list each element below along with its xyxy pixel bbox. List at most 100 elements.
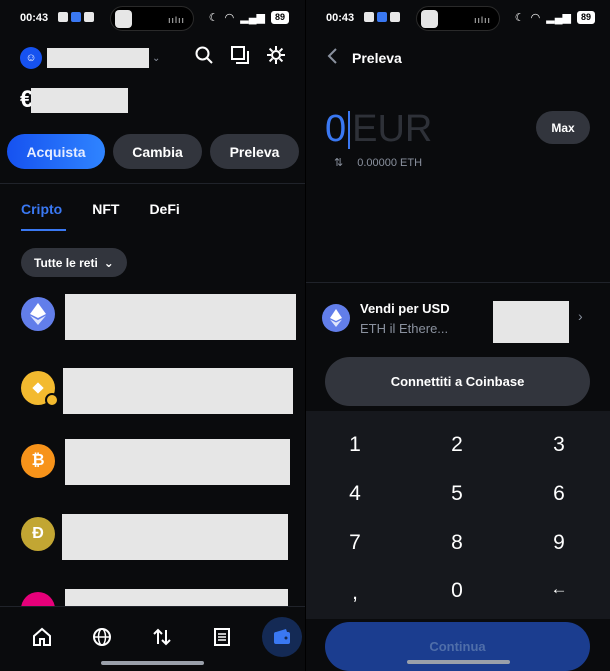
nav-wallet[interactable] — [252, 617, 305, 657]
battery-indicator: 89 — [270, 11, 289, 24]
notification-icon — [364, 12, 374, 22]
sell-option-row[interactable]: Vendi per USD ETH il Ethere... › — [322, 298, 607, 346]
swap-arrows-icon[interactable]: ⇅ — [334, 156, 343, 169]
withdraw-button[interactable]: Preleva — [210, 134, 299, 169]
home-indicator[interactable] — [407, 660, 510, 664]
coin-info-redacted — [62, 514, 288, 560]
nav-transfer[interactable] — [132, 621, 192, 653]
key-3[interactable]: 3 — [529, 433, 589, 457]
wifi-icon: ◠ — [530, 12, 541, 24]
coin-info-redacted — [65, 294, 296, 340]
nav-home[interactable] — [12, 621, 72, 653]
header-actions — [195, 46, 285, 64]
system-icons: ☾ ◠ ▂▄▆ 89 — [515, 11, 595, 24]
key-2[interactable]: 2 — [427, 433, 487, 457]
nav-activity[interactable] — [192, 621, 252, 653]
key-decimal[interactable]: , — [325, 581, 385, 605]
notification-icon — [84, 12, 94, 22]
wifi-icon: ◠ — [224, 12, 235, 24]
gear-icon[interactable] — [267, 46, 285, 64]
key-0[interactable]: 0 — [427, 579, 487, 603]
status-bar: 00:43 ıılıı ☾ ◠ ▂▄▆ 89 — [0, 0, 305, 36]
status-bar: 00:43 ıılıı ☾ ◠ ▂▄▆ 89 — [306, 0, 610, 36]
conversion-row[interactable]: ⇅ 0.00000 ETH — [334, 156, 423, 170]
network-filter-label: Tutte le reti — [34, 255, 98, 270]
connect-coinbase-button[interactable]: Connettiti a Coinbase — [325, 357, 590, 406]
tab-defi[interactable]: DeFi — [149, 201, 179, 217]
audio-wave-icon: ıılıı — [473, 15, 491, 25]
divider — [0, 183, 305, 184]
amount-input[interactable]: 0 EUR — [325, 108, 432, 151]
balance-redacted — [31, 87, 129, 113]
tab-crypto[interactable]: Cripto — [21, 201, 62, 217]
network-filter-button[interactable]: Tutte le reti ⌄ — [21, 248, 127, 277]
page-title: Preleva — [352, 49, 402, 66]
moon-icon: ☾ — [208, 12, 219, 24]
back-arrow-icon[interactable] — [326, 48, 338, 67]
home-indicator[interactable] — [101, 661, 204, 665]
wallet-icon — [274, 629, 290, 644]
key-9[interactable]: 9 — [529, 531, 589, 555]
list-item[interactable] — [21, 294, 296, 340]
notification-icons — [58, 12, 94, 22]
notification-icon — [58, 12, 68, 22]
battery-indicator: 89 — [576, 11, 595, 24]
bnb-chain-badge-icon — [45, 393, 59, 407]
amount-value: 0 — [325, 108, 347, 150]
amount-currency: EUR — [352, 108, 433, 150]
key-7[interactable]: 7 — [325, 531, 385, 555]
notification-icon — [71, 12, 81, 22]
nav-browser[interactable] — [72, 621, 132, 653]
copy-icon[interactable] — [231, 46, 249, 64]
chevron-right-icon: › — [578, 308, 583, 324]
list-icon — [214, 628, 230, 646]
bnb-icon — [21, 371, 59, 407]
media-thumbnail — [115, 10, 132, 28]
list-item[interactable]: ₿ — [21, 439, 290, 485]
max-button[interactable]: Max — [536, 111, 590, 144]
bitcoin-icon: ₿ — [21, 444, 55, 478]
status-time: 00:43 — [326, 12, 355, 24]
buy-button[interactable]: Acquista — [7, 134, 105, 169]
key-5[interactable]: 5 — [427, 482, 487, 506]
dynamic-island: ıılıı — [416, 6, 500, 31]
dynamic-island: ıılıı — [110, 6, 194, 31]
chevron-down-icon: ⌄ — [103, 255, 114, 270]
globe-icon — [93, 628, 111, 646]
numeric-keypad: 1 2 3 4 5 6 7 8 9 , 0 ← — [306, 411, 610, 619]
notification-icon — [377, 12, 387, 22]
key-4[interactable]: 4 — [325, 482, 385, 506]
key-8[interactable]: 8 — [427, 531, 487, 555]
list-item[interactable]: Ð — [21, 514, 288, 560]
signal-icon: ▂▄▆ — [546, 12, 571, 24]
balance: € — [20, 86, 129, 114]
backspace-key[interactable]: ← — [529, 579, 589, 599]
coin-info-redacted — [65, 439, 290, 485]
header: Preleva — [326, 48, 402, 67]
swap-button[interactable]: Cambia — [113, 134, 202, 169]
sell-title: Vendi per USD — [360, 301, 450, 316]
account-name-redacted — [47, 48, 149, 68]
tab-nft[interactable]: NFT — [92, 201, 119, 217]
sell-amount-redacted — [493, 301, 569, 343]
conversion-value: 0.00000 ETH — [357, 156, 423, 169]
coin-info-redacted — [63, 368, 293, 414]
notification-icons — [364, 12, 400, 22]
transfer-icon — [153, 628, 171, 646]
chevron-down-icon: ⌄ — [152, 52, 161, 64]
search-icon[interactable] — [195, 46, 213, 64]
asset-tabs: Cripto NFT DeFi — [21, 201, 180, 217]
key-6[interactable]: 6 — [529, 482, 589, 506]
action-buttons: Acquista Cambia Preleva — [7, 134, 299, 169]
withdraw-screen: 00:43 ıılıı ☾ ◠ ▂▄▆ 89 Preleva 0 EUR Max… — [306, 0, 610, 671]
list-item[interactable] — [21, 368, 293, 414]
notification-icon — [390, 12, 400, 22]
avatar: ☺ — [20, 47, 42, 69]
divider — [306, 282, 610, 283]
key-1[interactable]: 1 — [325, 433, 385, 457]
home-icon — [33, 627, 51, 646]
ethereum-icon — [21, 297, 55, 331]
account-selector[interactable]: ☺ ⌄ — [20, 47, 160, 69]
sell-subtitle: ETH il Ethere... — [360, 321, 449, 336]
signal-icon: ▂▄▆ — [240, 12, 265, 24]
